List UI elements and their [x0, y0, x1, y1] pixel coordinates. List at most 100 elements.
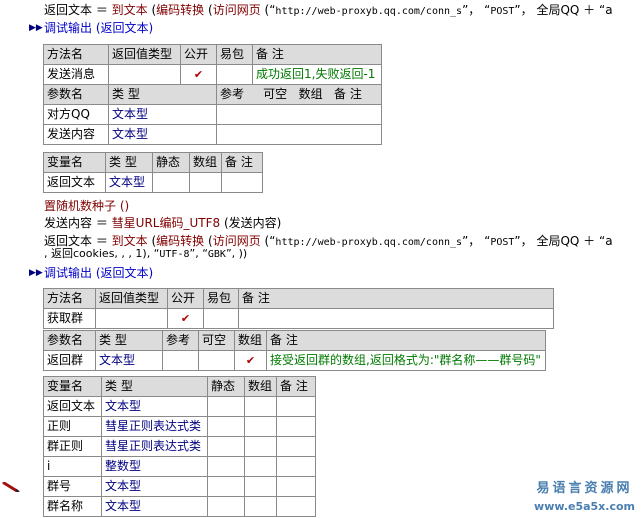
code-line-2-continuation[interactable]: , 返回cookies, , , 1), “UTF-8”, “GBK”, ))	[44, 246, 247, 263]
var-array-cell[interactable]	[244, 476, 277, 497]
return-type-cell[interactable]	[108, 64, 181, 85]
header-cell: 静态	[207, 376, 245, 397]
var-name-cell[interactable]: 群正则	[43, 436, 102, 457]
debug-output-line-1[interactable]: 调试输出 (返回文本)	[44, 20, 153, 36]
note-cell[interactable]: 接受返回群的数组,返回格式为:"群名称——群号码"	[266, 350, 546, 371]
watermark-title: 易语言资源网	[536, 481, 633, 496]
var-array-cell[interactable]	[244, 396, 277, 417]
var-static-cell[interactable]	[207, 496, 245, 517]
var-note-cell[interactable]	[221, 172, 263, 193]
header-cell: 数组	[189, 152, 222, 173]
sub1-method-table: 方法名 返回值类型 公开 易包 备 注 发送消息 ✔ 成功返回1,失败返回-1 …	[43, 44, 382, 145]
operator: ＝	[92, 216, 112, 230]
header-note: 备 注	[334, 87, 362, 101]
param-name-cell[interactable]: 返回群	[43, 350, 96, 371]
paren: (“	[260, 3, 276, 17]
debug-output-line-2[interactable]: 调试输出 (返回文本)	[44, 265, 153, 281]
var-array-cell[interactable]	[244, 436, 277, 457]
var-static-cell[interactable]	[207, 416, 245, 437]
watermark: 易语言资源网 www.e5a5x.com	[534, 480, 635, 516]
var-name-cell[interactable]: 群名称	[43, 496, 102, 517]
array-check-icon[interactable]: ✔	[234, 350, 267, 371]
string-tail: a	[605, 234, 613, 248]
package-cell[interactable]	[216, 64, 253, 85]
var-array-cell[interactable]	[244, 496, 277, 517]
var-array-cell[interactable]	[189, 172, 222, 193]
sub1-var-table: 变量名 类 型 静态 数组 备 注 返回文本 文本型	[43, 152, 263, 193]
header-cell: 备 注	[238, 288, 554, 309]
operator: ＝	[92, 3, 112, 17]
var-name-cell[interactable]: 返回文本	[43, 172, 106, 193]
function-name: 到文本	[111, 3, 148, 17]
header-cell: 公开	[167, 288, 204, 309]
header-cell: 类 型	[101, 376, 208, 397]
var-note-cell[interactable]	[276, 416, 316, 437]
note-cell[interactable]	[238, 308, 554, 329]
param-flags-cell[interactable]	[216, 104, 382, 125]
var-type-cell[interactable]: 文本型	[101, 496, 208, 517]
header-cell: 返回值类型	[95, 288, 168, 309]
param-flags-cell[interactable]	[216, 124, 382, 145]
param-type-cell[interactable]: 文本型	[108, 104, 217, 125]
method-name-cell[interactable]: 发送消息	[43, 64, 109, 85]
param-name-cell[interactable]: 发送内容	[43, 124, 109, 145]
code-line-1[interactable]: 返回文本 ＝ 到文本 (编码转换 (访问网页 (“http://web-prox…	[44, 2, 613, 20]
header-cell: 参数名	[43, 84, 109, 105]
var-array-cell[interactable]	[244, 456, 277, 477]
param-type-cell[interactable]: 文本型	[108, 124, 217, 145]
var-array-cell[interactable]	[244, 416, 277, 437]
var-static-cell[interactable]	[207, 396, 245, 417]
variable: 返回文本	[44, 3, 93, 17]
var-note-cell[interactable]	[276, 436, 316, 457]
header-cell: 类 型	[108, 84, 217, 105]
header-cell: 易包	[203, 288, 239, 309]
header-array: 数组	[298, 87, 323, 101]
param-ref-cell[interactable]	[162, 350, 199, 371]
param-type-cell[interactable]: 文本型	[95, 350, 163, 371]
function-call: 置随机数种子 ()	[44, 199, 130, 213]
var-type-cell[interactable]: 彗星正则表达式类	[101, 436, 208, 457]
string-method: POST	[490, 6, 515, 17]
code-line-seed[interactable]: 置随机数种子 ()	[44, 198, 129, 214]
public-check-icon[interactable]: ✔	[180, 64, 217, 85]
var-static-cell[interactable]	[207, 436, 245, 457]
expand-arrow-icon[interactable]: ▶▶	[29, 20, 43, 36]
note-cell[interactable]: 成功返回1,失败返回-1	[252, 64, 382, 85]
var-static-cell[interactable]	[207, 476, 245, 497]
sub2-method-table: 方法名 返回值类型 公开 易包 备 注 获取群 ✔	[43, 288, 554, 329]
var-type-cell[interactable]: 文本型	[105, 172, 153, 193]
var-name-cell[interactable]: 返回文本	[43, 396, 102, 417]
code-line-send[interactable]: 发送内容 ＝ 彗星URL编码_UTF8 (发送内容)	[44, 215, 281, 231]
args-end: ”, ))	[225, 247, 248, 260]
separator: ”， 全局QQ ＋ “	[514, 234, 606, 248]
var-note-cell[interactable]	[276, 456, 316, 477]
var-note-cell[interactable]	[276, 496, 316, 517]
var-type-cell[interactable]: 彗星正则表达式类	[101, 416, 208, 437]
return-type-cell[interactable]	[95, 308, 168, 329]
debug-output-text: 调试输出 (返回文本)	[44, 266, 154, 280]
sub2-var-table: 变量名 类 型 静态 数组 备 注 返回文本 文本型 正则 彗星正则表达式类 群…	[43, 376, 316, 517]
expand-arrow-icon[interactable]: ▶▶	[29, 265, 43, 281]
args-start: , 返回cookies, , , 1), “	[44, 247, 160, 260]
var-name-cell[interactable]: 正则	[43, 416, 102, 437]
string-url: http://web-proxyb.qq.com/conn_s	[275, 6, 463, 17]
header-cell: 类 型	[105, 152, 153, 173]
function-name: 访问网页	[212, 3, 261, 17]
var-name-cell[interactable]: i	[43, 456, 102, 477]
param-nullable-cell[interactable]	[198, 350, 235, 371]
header-cell: 返回值类型	[108, 44, 181, 65]
method-name-cell[interactable]: 获取群	[43, 308, 96, 329]
var-static-cell[interactable]	[152, 172, 190, 193]
var-type-cell[interactable]: 文本型	[101, 476, 208, 497]
var-note-cell[interactable]	[276, 396, 316, 417]
var-static-cell[interactable]	[207, 456, 245, 477]
package-cell[interactable]	[203, 308, 239, 329]
public-check-icon[interactable]: ✔	[167, 308, 204, 329]
var-type-cell[interactable]: 整数型	[101, 456, 208, 477]
header-cell: 可空	[198, 330, 235, 351]
param-name-cell[interactable]: 对方QQ	[43, 104, 109, 125]
separator: ”, “	[189, 247, 208, 260]
var-type-cell[interactable]: 文本型	[101, 396, 208, 417]
var-note-cell[interactable]	[276, 476, 316, 497]
var-name-cell[interactable]: 群号	[43, 476, 102, 497]
